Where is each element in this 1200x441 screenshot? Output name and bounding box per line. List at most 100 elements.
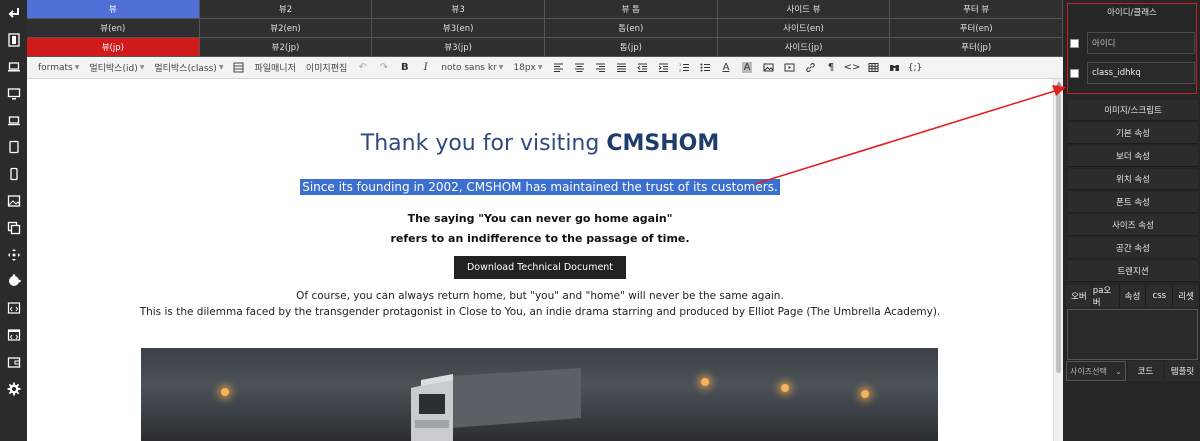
id-checkbox[interactable] [1070, 38, 1079, 48]
italic-icon[interactable]: I [415, 57, 436, 79]
tab-top-en[interactable]: 톱(en) [545, 19, 718, 38]
align-center-icon[interactable] [569, 57, 590, 79]
size-select[interactable]: 사이즈선택 ⌄ [1066, 361, 1126, 381]
multibox-id-dropdown[interactable]: 멀티박스(id) ▼ [84, 57, 149, 79]
bold-icon[interactable]: B [394, 57, 415, 79]
file-manager-button[interactable]: 파일매니저 [249, 57, 300, 79]
image-icon[interactable] [0, 188, 27, 215]
tab-footer-jp[interactable]: 푸터(jp) [890, 38, 1063, 57]
indent-icon[interactable] [653, 57, 674, 79]
tab-view[interactable]: 뷰 [27, 0, 200, 19]
code-window-icon[interactable] [0, 295, 27, 322]
light-glow [861, 390, 869, 398]
table-icon[interactable] [863, 57, 884, 79]
move-icon[interactable] [0, 241, 27, 268]
scrollbar-thumb[interactable] [1056, 93, 1061, 373]
tab-view3-jp[interactable]: 뷰3(jp) [372, 38, 545, 57]
view-tab-grid: 뷰 뷰2 뷰3 뷰 톱 사이드 뷰 푸터 뷰 뷰(en) 뷰2(en) 뷰3(e… [27, 0, 1063, 57]
background-color-icon[interactable]: A [737, 57, 758, 79]
film-icon[interactable] [0, 27, 27, 54]
selected-text[interactable]: Since its founding in 2002, CMSHOM has m… [300, 179, 780, 195]
tab-css[interactable]: css [1146, 285, 1174, 307]
tab-reset[interactable]: 리셋 [1173, 285, 1200, 307]
tab-view3[interactable]: 뷰3 [372, 0, 545, 19]
basic-properties-button[interactable]: 기본 속성 [1068, 123, 1198, 144]
tab-view-jp[interactable]: 뷰(jp) [27, 38, 200, 57]
saying-line-2: refers to an indifference to the passage… [390, 232, 690, 245]
code-button[interactable]: 코드 [1128, 361, 1163, 381]
variable-icon[interactable]: {;} [905, 57, 926, 79]
template-icon[interactable] [228, 57, 249, 79]
download-technical-document-button[interactable]: Download Technical Document [453, 256, 627, 279]
border-properties-button[interactable]: 보더 속성 [1068, 146, 1198, 167]
link-icon[interactable] [800, 57, 821, 79]
content-scrollbar[interactable] [1053, 79, 1063, 441]
wallet-icon[interactable] [0, 348, 27, 375]
image-edit-button[interactable]: 이미지편집 [301, 57, 352, 79]
text-color-icon[interactable]: A [716, 57, 737, 79]
class-checkbox[interactable] [1070, 68, 1079, 78]
tab-view2-jp[interactable]: 뷰2(jp) [199, 38, 373, 57]
tab-footer-view[interactable]: 푸터 뷰 [890, 0, 1063, 19]
size-properties-button[interactable]: 사이즈 속성 [1068, 215, 1198, 236]
find-icon[interactable] [884, 57, 905, 79]
redo-icon[interactable]: ↷ [373, 57, 394, 79]
tab-footer-en[interactable]: 푸터(en) [890, 19, 1063, 38]
tab-view-top[interactable]: 뷰 톱 [545, 0, 718, 19]
paragraph-icon[interactable]: ¶ [821, 57, 842, 79]
puzzle-icon[interactable] [0, 268, 27, 295]
svg-text:2: 2 [679, 69, 681, 73]
tab-view-en[interactable]: 뷰(en) [27, 19, 200, 38]
light-glow [221, 388, 229, 396]
desktop-icon[interactable] [0, 80, 27, 107]
scroll-up-icon[interactable] [1056, 81, 1062, 86]
laptop-icon[interactable] [0, 54, 27, 81]
position-properties-button[interactable]: 위치 속성 [1068, 169, 1198, 190]
tab-view2-en[interactable]: 뷰2(en) [199, 19, 373, 38]
spacing-properties-button[interactable]: 공간 속성 [1068, 238, 1198, 259]
transition-button[interactable]: 트렌지션 [1068, 261, 1198, 282]
undo-icon[interactable]: ↶ [352, 57, 373, 79]
truck-photo[interactable] [141, 348, 938, 441]
bullet-list-icon[interactable] [695, 57, 716, 79]
font-family-dropdown[interactable]: noto sans kr ▼ [436, 57, 508, 79]
tab-side-en[interactable]: 사이드(en) [717, 19, 891, 38]
formats-dropdown[interactable]: formats ▼ [33, 57, 84, 79]
tab-top-jp[interactable]: 톱(jp) [545, 38, 718, 57]
insert-media-icon[interactable] [779, 57, 800, 79]
numbered-list-icon[interactable]: 12 [674, 57, 695, 79]
mobile-icon[interactable] [0, 161, 27, 188]
image-script-button[interactable]: 이미지/스크립트 [1068, 100, 1198, 121]
template-button[interactable]: 템플릿 [1165, 361, 1200, 381]
return-icon[interactable] [0, 0, 27, 27]
svg-text:1: 1 [679, 63, 681, 67]
source-code-icon[interactable]: <> [842, 57, 863, 79]
font-properties-button[interactable]: 폰트 속성 [1068, 192, 1198, 213]
tab-view3-en[interactable]: 뷰3(en) [372, 19, 545, 38]
code-browser-icon[interactable] [0, 322, 27, 349]
align-left-icon[interactable] [548, 57, 569, 79]
outdent-icon[interactable] [632, 57, 653, 79]
font-size-dropdown[interactable]: 18px ▼ [508, 57, 547, 79]
tab-side-view[interactable]: 사이드 뷰 [717, 0, 891, 19]
align-right-icon[interactable] [590, 57, 611, 79]
tab-side-jp[interactable]: 사이드(jp) [717, 38, 891, 57]
css-textarea[interactable] [1067, 309, 1198, 360]
heading-brand: CMSHOM [606, 131, 720, 156]
tablet-icon[interactable] [0, 134, 27, 161]
selected-text-row: Since its founding in 2002, CMSHOM has m… [27, 176, 1053, 195]
insert-image-icon[interactable] [758, 57, 779, 79]
copy-icon[interactable] [0, 214, 27, 241]
id-input[interactable]: 아이디 [1087, 32, 1195, 54]
align-justify-icon[interactable] [611, 57, 632, 79]
font-size-label: 18px [513, 62, 536, 73]
tab-properties[interactable]: 속성 [1119, 285, 1147, 307]
class-input[interactable]: class_idhkq [1087, 62, 1195, 84]
gear-icon[interactable] [0, 375, 27, 402]
editor-content[interactable]: Thank you for visiting CMSHOM Since its … [27, 79, 1053, 441]
tab-hover[interactable]: 오버 [1066, 285, 1093, 307]
multibox-class-dropdown[interactable]: 멀티박스(class) ▼ [149, 57, 228, 79]
tab-parent-hover[interactable]: pa오버 [1092, 285, 1120, 308]
tab-view2[interactable]: 뷰2 [199, 0, 373, 19]
laptop-small-icon[interactable] [0, 107, 27, 134]
